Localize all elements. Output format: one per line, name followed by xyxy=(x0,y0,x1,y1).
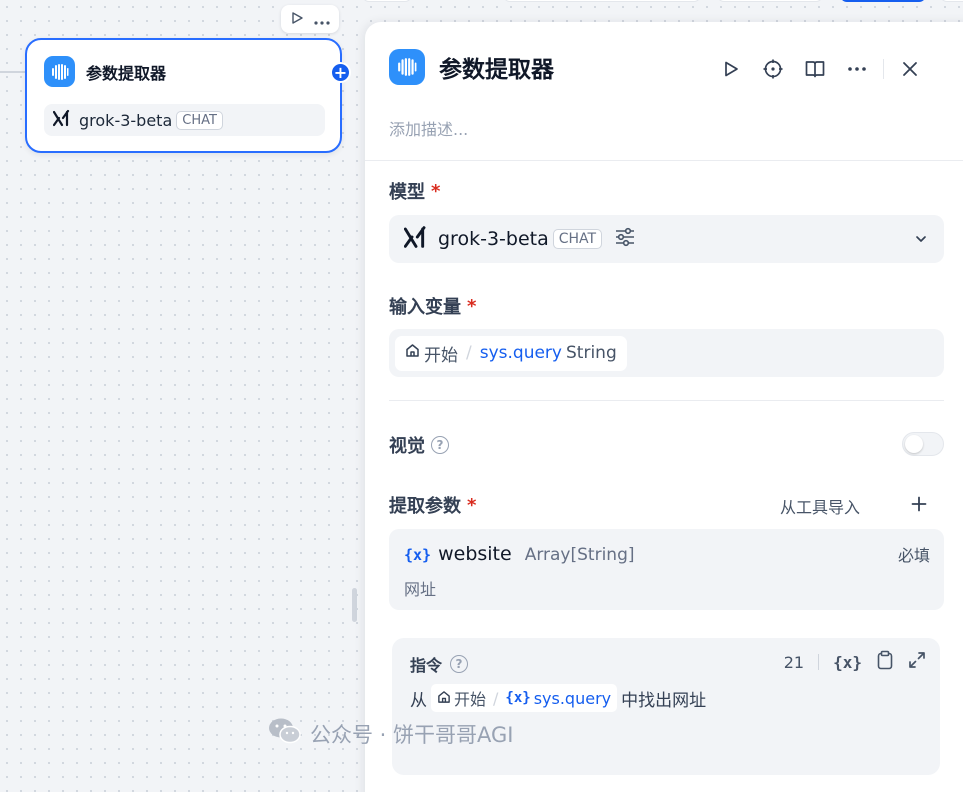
node-settings-panel: 参数提取器 添加描述... 模型 * grok-3-beta CHAT 输入变量… xyxy=(365,22,963,792)
section-divider xyxy=(389,400,944,401)
vision-toggle[interactable] xyxy=(902,432,944,456)
params-label: 提取参数 * xyxy=(389,492,476,518)
play-icon[interactable] xyxy=(717,55,745,83)
param-name: website xyxy=(438,543,512,565)
import-from-tool-button[interactable]: 从工具导入 xyxy=(780,494,860,518)
node-toolbar xyxy=(281,5,339,33)
vision-label: 视觉 ? xyxy=(389,432,449,458)
char-count: 21 xyxy=(783,652,805,672)
add-param-button[interactable] xyxy=(905,490,933,518)
help-icon[interactable]: ? xyxy=(450,655,469,673)
input-var-separator: / xyxy=(466,343,472,363)
panel-resize-handle[interactable] xyxy=(352,588,357,622)
model-label: 模型 * xyxy=(389,178,440,204)
vision-label-text: 视觉 xyxy=(389,436,425,457)
variable-icon: {x} xyxy=(505,690,531,706)
instruction-var-node: 开始 xyxy=(454,690,487,709)
param-row: {x} website Array[String] xyxy=(404,543,635,565)
watermark-text: 公众号 · 饼干哥哥AGI xyxy=(310,722,514,747)
play-icon[interactable] xyxy=(290,10,304,29)
top-toolbar-stub xyxy=(940,0,963,2)
node-model-tag: CHAT xyxy=(176,110,223,130)
xai-logo-icon xyxy=(403,225,428,253)
sliders-icon[interactable] xyxy=(614,227,636,251)
more-icon[interactable] xyxy=(843,55,871,83)
input-var-label-text: 输入变量 xyxy=(389,297,461,318)
required-mark: * xyxy=(467,494,477,516)
top-toolbar-stub xyxy=(717,0,823,2)
crosshair-icon[interactable] xyxy=(759,55,787,83)
param-type: Array[String] xyxy=(524,545,635,565)
extractor-app-icon xyxy=(44,56,75,87)
header-divider xyxy=(883,59,884,79)
expand-icon[interactable] xyxy=(908,651,926,673)
more-icon[interactable] xyxy=(314,10,330,29)
instruction-text-before: 从 xyxy=(410,690,427,711)
instruction-label: 指令 ? xyxy=(410,652,469,676)
node-model-name: grok-3-beta xyxy=(79,110,173,130)
param-required-badge: 必填 xyxy=(897,546,930,565)
wechat-icon xyxy=(268,717,302,750)
add-next-node-handle[interactable]: + xyxy=(330,62,351,83)
instruction-editor[interactable]: 指令 ? 21 {x} 从 开始 / {x} sys.query 中找出网址 xyxy=(392,638,940,775)
params-label-text: 提取参数 xyxy=(389,496,461,517)
param-description: 网址 xyxy=(404,580,437,599)
help-icon[interactable]: ? xyxy=(431,436,449,454)
model-name: grok-3-beta xyxy=(438,228,549,250)
required-mark: * xyxy=(431,180,441,202)
insert-variable-icon[interactable]: {x} xyxy=(833,653,862,672)
description-input[interactable]: 添加描述... xyxy=(389,116,468,140)
variable-icon: {x} xyxy=(404,546,432,564)
panel-header: 参数提取器 xyxy=(389,49,554,85)
clipboard-icon[interactable] xyxy=(876,650,894,674)
node-title: 参数提取器 xyxy=(86,63,167,83)
watermark: 公众号 · 饼干哥哥AGI xyxy=(268,717,514,750)
top-toolbar-stub xyxy=(362,0,412,2)
node-model-row: grok-3-beta CHAT xyxy=(44,104,325,136)
book-icon[interactable] xyxy=(801,55,829,83)
instruction-tools: 21 {x} xyxy=(784,650,926,674)
instruction-var-separator: / xyxy=(493,688,499,708)
model-tag: CHAT xyxy=(552,229,603,249)
input-var-chip[interactable]: 开始 / sys.query String xyxy=(395,335,627,371)
close-icon[interactable] xyxy=(896,55,924,83)
input-var-field[interactable]: 开始 / sys.query String xyxy=(389,329,944,377)
top-toolbar-stub xyxy=(840,0,926,2)
top-toolbar-stub xyxy=(503,0,701,2)
home-icon xyxy=(437,689,451,708)
required-mark: * xyxy=(467,295,477,317)
tool-divider xyxy=(818,654,820,670)
param-item[interactable]: {x} website Array[String] 必填 网址 xyxy=(389,529,944,610)
home-icon xyxy=(405,343,420,363)
instruction-var-name: sys.query xyxy=(533,688,612,708)
parameter-extractor-node[interactable]: 参数提取器 grok-3-beta CHAT xyxy=(25,38,342,153)
instruction-label-text: 指令 xyxy=(410,656,443,675)
instruction-text-after: 中找出网址 xyxy=(621,690,707,711)
section-divider xyxy=(365,160,963,161)
input-var-node: 开始 xyxy=(424,345,458,366)
panel-header-actions xyxy=(717,55,924,83)
connection-line xyxy=(0,71,26,73)
instruction-text: 从 开始 / {x} sys.query 中找出网址 xyxy=(410,684,706,712)
instruction-var-chip[interactable]: 开始 / {x} sys.query xyxy=(431,684,618,712)
extractor-app-icon xyxy=(389,49,425,85)
input-var-label: 输入变量 * xyxy=(389,293,476,319)
panel-title[interactable]: 参数提取器 xyxy=(439,50,554,84)
input-var-name: sys.query xyxy=(479,343,562,363)
model-select[interactable]: grok-3-beta CHAT xyxy=(389,215,944,263)
xai-logo-icon xyxy=(52,109,71,131)
input-var-type: String xyxy=(566,343,617,363)
node-header: 参数提取器 xyxy=(44,56,166,87)
chevron-down-icon xyxy=(914,231,928,250)
model-label-text: 模型 xyxy=(389,182,425,203)
